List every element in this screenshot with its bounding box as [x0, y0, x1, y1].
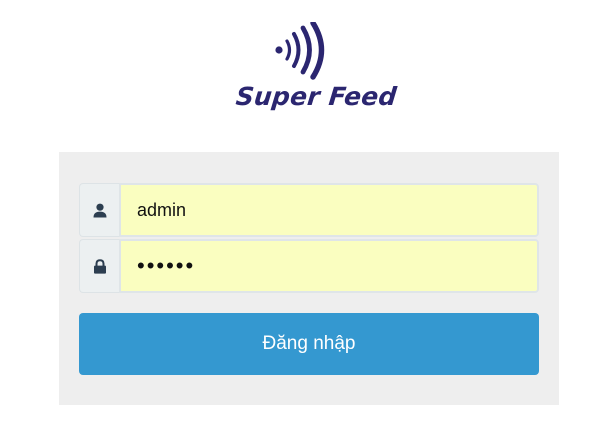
signal-waves-icon — [275, 22, 325, 80]
login-page: Super Feed Đăng nhập — [0, 0, 592, 433]
login-panel: Đăng nhập — [59, 152, 559, 405]
username-input[interactable] — [119, 183, 539, 237]
password-input[interactable] — [119, 239, 539, 293]
username-group — [79, 183, 539, 237]
password-group — [79, 239, 539, 293]
user-icon — [79, 183, 119, 237]
login-button[interactable]: Đăng nhập — [79, 313, 539, 375]
lock-icon — [79, 239, 119, 293]
super-feed-logo: Super Feed — [232, 22, 398, 114]
logo-text: Super Feed — [234, 82, 399, 111]
